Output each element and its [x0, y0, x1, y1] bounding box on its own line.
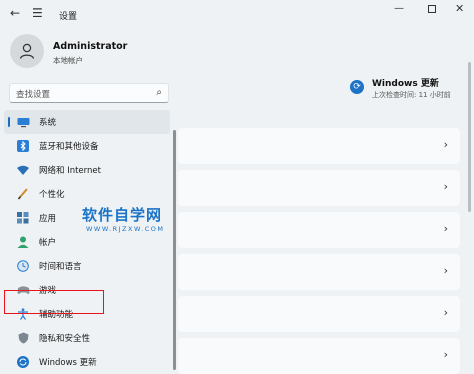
close-button[interactable]: ✕	[455, 2, 464, 15]
search-placeholder: 查找设置	[16, 90, 51, 100]
update-icon	[16, 355, 30, 369]
sidebar-item-label: 应用	[39, 214, 57, 224]
update-subtitle: 上次检查时间: 11 小时前	[372, 91, 451, 99]
update-icon: ⟳	[350, 80, 364, 94]
settings-card[interactable]: ›	[178, 296, 460, 332]
sidebar-nav: 系统 蓝牙和其他设备 网络和 Internet 个性化 应用 帐户 时间和语言 …	[0, 110, 176, 374]
sidebar-scrollbar[interactable]	[173, 130, 176, 370]
bluetooth-icon	[16, 139, 30, 153]
globe-clock-icon	[16, 259, 30, 273]
sidebar-item-time-language[interactable]: 时间和语言	[4, 254, 170, 278]
chevron-right-icon: ›	[443, 348, 448, 361]
settings-card[interactable]: ›	[178, 338, 460, 374]
watermark: 软件自学网 WWW.RJZXW.COM	[82, 204, 182, 236]
person-icon	[19, 43, 35, 59]
person-icon	[16, 235, 30, 249]
minimize-button[interactable]: —	[394, 3, 404, 14]
chevron-right-icon: ›	[443, 222, 448, 235]
monitor-icon	[16, 115, 30, 129]
sidebar-item-bluetooth[interactable]: 蓝牙和其他设备	[4, 134, 170, 158]
highlight-box	[4, 290, 104, 314]
wifi-icon	[16, 163, 30, 177]
search-icon[interactable]: ⌕	[156, 87, 162, 98]
sidebar-item-personalization[interactable]: 个性化	[4, 182, 170, 206]
settings-window: ← ☰ 设置 — ✕ Administrator 本地帐户 查找设置 ⌕ 系统	[0, 0, 474, 374]
sidebar-item-network[interactable]: 网络和 Internet	[4, 158, 170, 182]
chevron-right-icon: ›	[443, 306, 448, 319]
account-type: 本地帐户	[53, 56, 83, 65]
active-indicator	[8, 117, 10, 127]
search-input[interactable]: 查找设置 ⌕	[9, 83, 169, 103]
back-arrow-icon[interactable]: ←	[10, 6, 24, 20]
sidebar-item-label: 个性化	[39, 190, 65, 200]
avatar	[10, 34, 44, 68]
shield-icon	[16, 331, 30, 345]
hamburger-menu-icon[interactable]: ☰	[32, 6, 46, 20]
chevron-right-icon: ›	[443, 138, 448, 151]
sidebar-item-label: 隐私和安全性	[39, 334, 91, 344]
chevron-right-icon: ›	[443, 264, 448, 277]
sidebar-item-label: 蓝牙和其他设备	[39, 142, 99, 152]
windows-update-status[interactable]: ⟳ Windows 更新 上次检查时间: 11 小时前	[350, 74, 470, 104]
sidebar-item-label: 网络和 Internet	[39, 166, 101, 176]
user-name: Administrator	[53, 41, 128, 52]
sidebar-item-label: 帐户	[39, 238, 57, 248]
maximize-button[interactable]	[428, 5, 436, 13]
sidebar-item-label: 时间和语言	[39, 262, 82, 272]
content-scrollbar[interactable]	[468, 62, 471, 212]
title-bar: ← ☰ 设置 — ✕	[0, 0, 474, 28]
settings-card[interactable]: ›	[178, 170, 460, 206]
sidebar-item-label: 系统	[39, 118, 57, 128]
chevron-right-icon: ›	[443, 180, 448, 193]
watermark-url: WWW.RJZXW.COM	[86, 225, 165, 233]
sidebar-item-label: Windows 更新	[39, 358, 97, 368]
window-title: 设置	[59, 12, 78, 22]
user-profile[interactable]: Administrator 本地帐户	[10, 32, 170, 72]
sidebar-item-privacy[interactable]: 隐私和安全性	[4, 326, 170, 350]
sidebar-item-system[interactable]: 系统	[4, 110, 170, 134]
update-title: Windows 更新	[372, 79, 439, 89]
settings-card[interactable]: ›	[178, 254, 460, 290]
settings-card[interactable]: ›	[178, 212, 460, 248]
watermark-title: 软件自学网	[82, 206, 163, 224]
brush-icon	[16, 187, 30, 201]
sidebar-item-windows-update[interactable]: Windows 更新	[4, 350, 170, 374]
settings-card[interactable]: ›	[178, 128, 460, 164]
apps-icon	[16, 211, 30, 225]
